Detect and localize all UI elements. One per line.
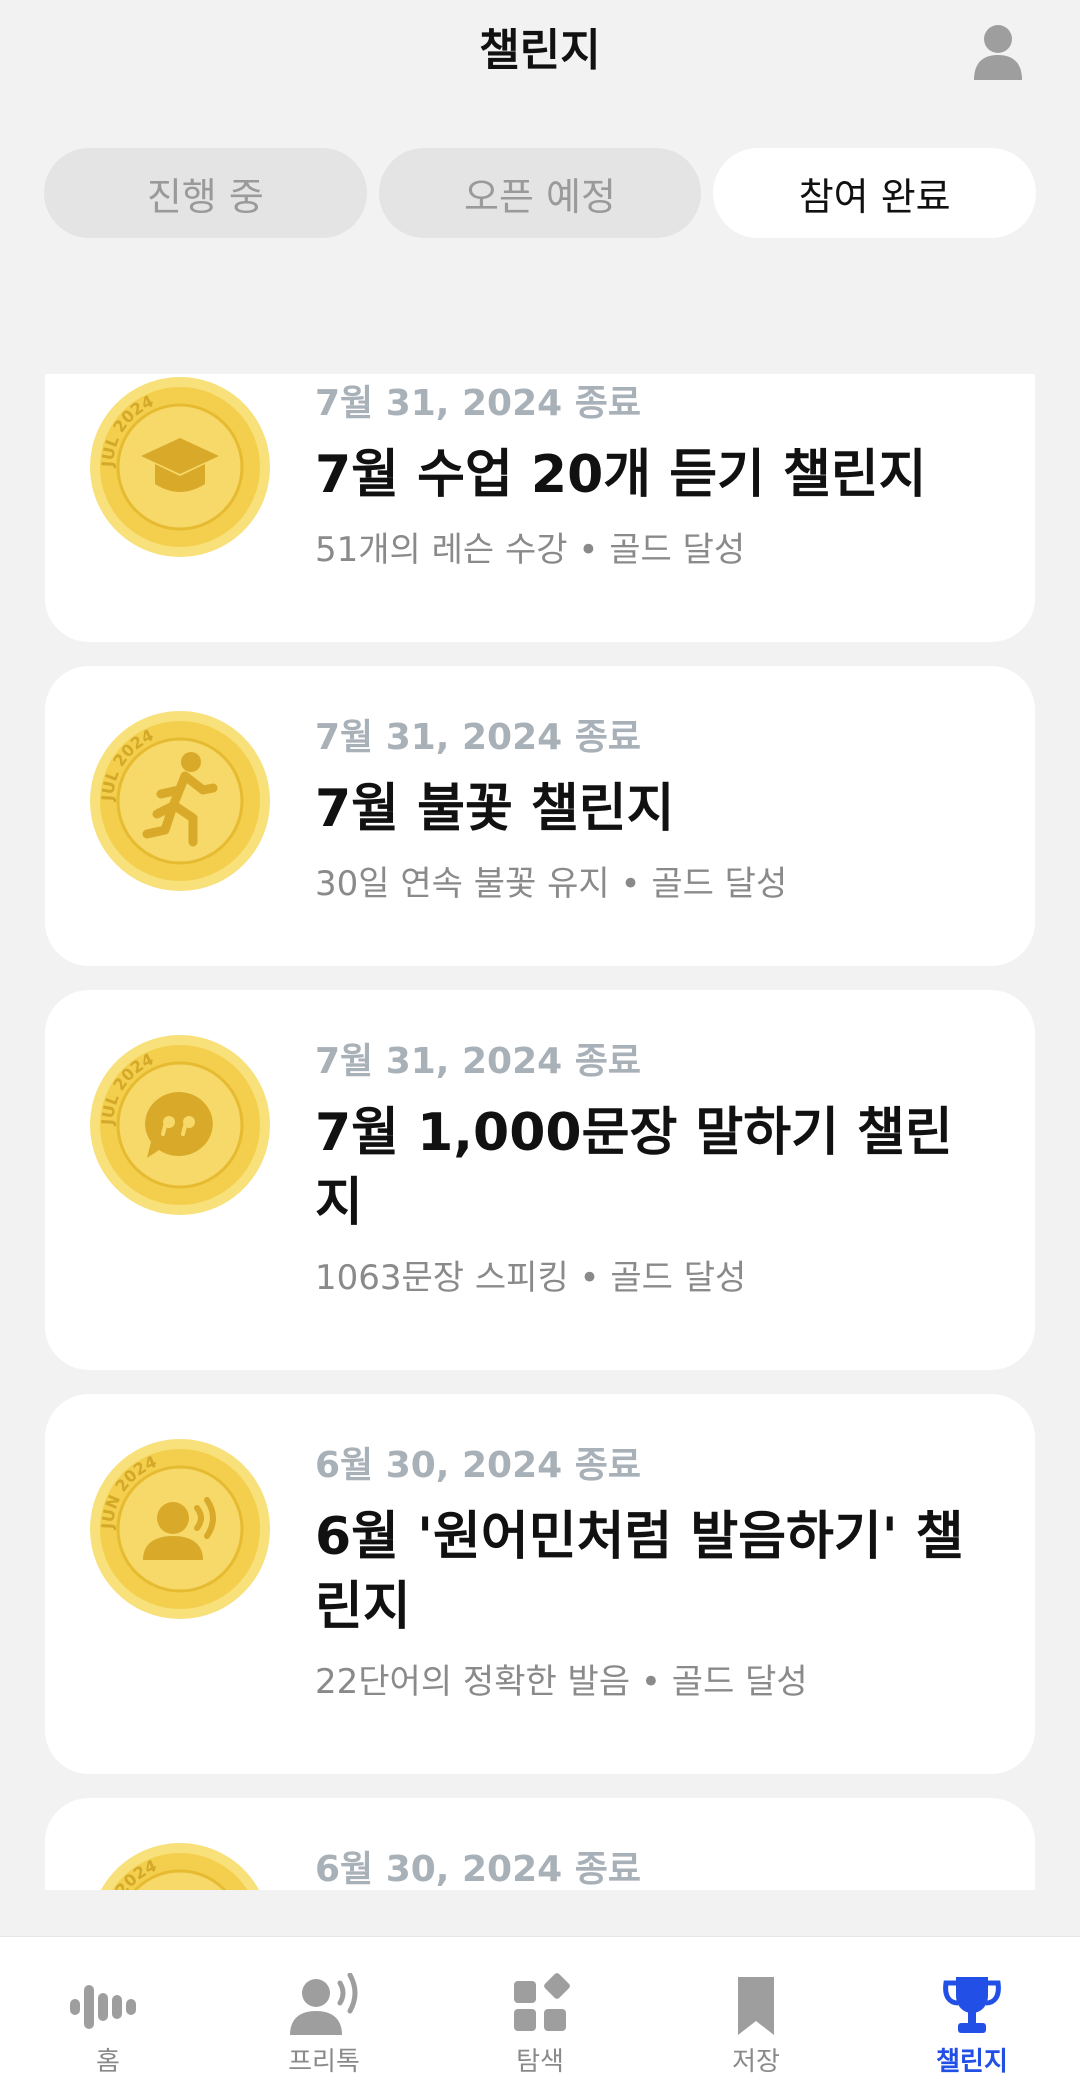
- nav-freetalk[interactable]: 프리톡: [216, 1937, 432, 2089]
- challenge-card[interactable]: JUL 2024 7월 31, 2024 종료 7월 1,000문장 말하기 챌…: [45, 990, 1035, 1370]
- challenge-title: 7월 1,000문장 말하기 챌린지: [315, 1103, 953, 1233]
- nav-home[interactable]: 홈: [0, 1937, 216, 2089]
- nav-challenge-label: 챌린지: [936, 2047, 1008, 2077]
- nav-home-label: 홈: [96, 2047, 120, 2077]
- challenge-date: 7월 31, 2024 종료: [315, 383, 641, 424]
- challenge-card[interactable]: JUN 2024 6월 30, 2024 종료 6월 '원어민처럼 발음하기' …: [45, 1394, 1035, 1774]
- challenge-card[interactable]: JUL 2024 7월 31, 2024 종료 7월 수업 20개 듣기 챌린지…: [45, 374, 1035, 642]
- challenge-title: 7월 불꽃 챌린지: [315, 779, 675, 839]
- nav-freetalk-label: 프리톡: [288, 2047, 360, 2077]
- challenge-date: 7월 31, 2024 종료: [315, 1041, 641, 1082]
- nav-saved[interactable]: 저장: [648, 1937, 864, 2089]
- speech-bubble-icon: JUL 2024: [89, 1034, 271, 1216]
- graduation-cap-icon: JUL 2024: [89, 376, 271, 558]
- challenge-date: 6월 30, 2024 종료: [315, 1849, 641, 1890]
- challenge-date: 7월 31, 2024 종료: [315, 717, 641, 758]
- medal-icon: JUN 2024: [89, 1842, 271, 1890]
- nav-challenge[interactable]: 챌린지: [864, 1937, 1080, 2089]
- challenge-result: 1063문장 스피킹 • 골드 달성: [315, 1258, 747, 1298]
- waveform-icon: [68, 1973, 148, 2039]
- page-title: 챌린지: [479, 25, 601, 76]
- tab-upcoming[interactable]: 오픈 예정: [378, 148, 702, 238]
- challenge-result: 30일 연속 불꽃 유지 • 골드 달성: [315, 864, 788, 904]
- tab-in-progress[interactable]: 진행 중: [44, 148, 367, 238]
- bookmark-icon: [716, 1973, 796, 2039]
- header: 챌린지: [0, 0, 1080, 110]
- bottom-nav: 홈 프리톡 탐색 저장 챌린지: [0, 1936, 1080, 2089]
- challenge-list[interactable]: JUL 2024 7월 31, 2024 종료 7월 수업 20개 듣기 챌린지…: [0, 374, 1080, 1890]
- challenge-result: 22단어의 정확한 발음 • 골드 달성: [315, 1662, 808, 1702]
- challenge-card[interactable]: JUN 2024 6월 30, 2024 종료: [45, 1798, 1035, 1890]
- nav-explore-label: 탐색: [516, 2047, 564, 2077]
- user-icon[interactable]: [972, 22, 1024, 80]
- nav-explore[interactable]: 탐색: [432, 1937, 648, 2089]
- speaking-person-icon: JUN 2024: [89, 1438, 271, 1620]
- running-person-icon: JUL 2024: [89, 710, 271, 892]
- challenge-title: 7월 수업 20개 듣기 챌린지: [315, 445, 927, 505]
- challenge-result: 51개의 레슨 수강 • 골드 달성: [315, 530, 746, 570]
- challenge-date: 6월 30, 2024 종료: [315, 1445, 641, 1486]
- grid-icon: [500, 1973, 580, 2039]
- challenge-title: 6월 '원어민처럼 발음하기' 챌린지: [315, 1507, 964, 1637]
- nav-saved-label: 저장: [732, 2047, 780, 2077]
- challenge-card[interactable]: JUL 2024 7월 31, 2024 종료 7월 불꽃 챌린지 30일 연속…: [45, 666, 1035, 966]
- segmented-tabs: 진행 중 오픈 예정 참여 완료: [44, 148, 1037, 238]
- speaking-person-icon: [284, 1972, 364, 2039]
- trophy-icon: [932, 1973, 1012, 2039]
- tab-completed[interactable]: 참여 완료: [713, 148, 1037, 238]
